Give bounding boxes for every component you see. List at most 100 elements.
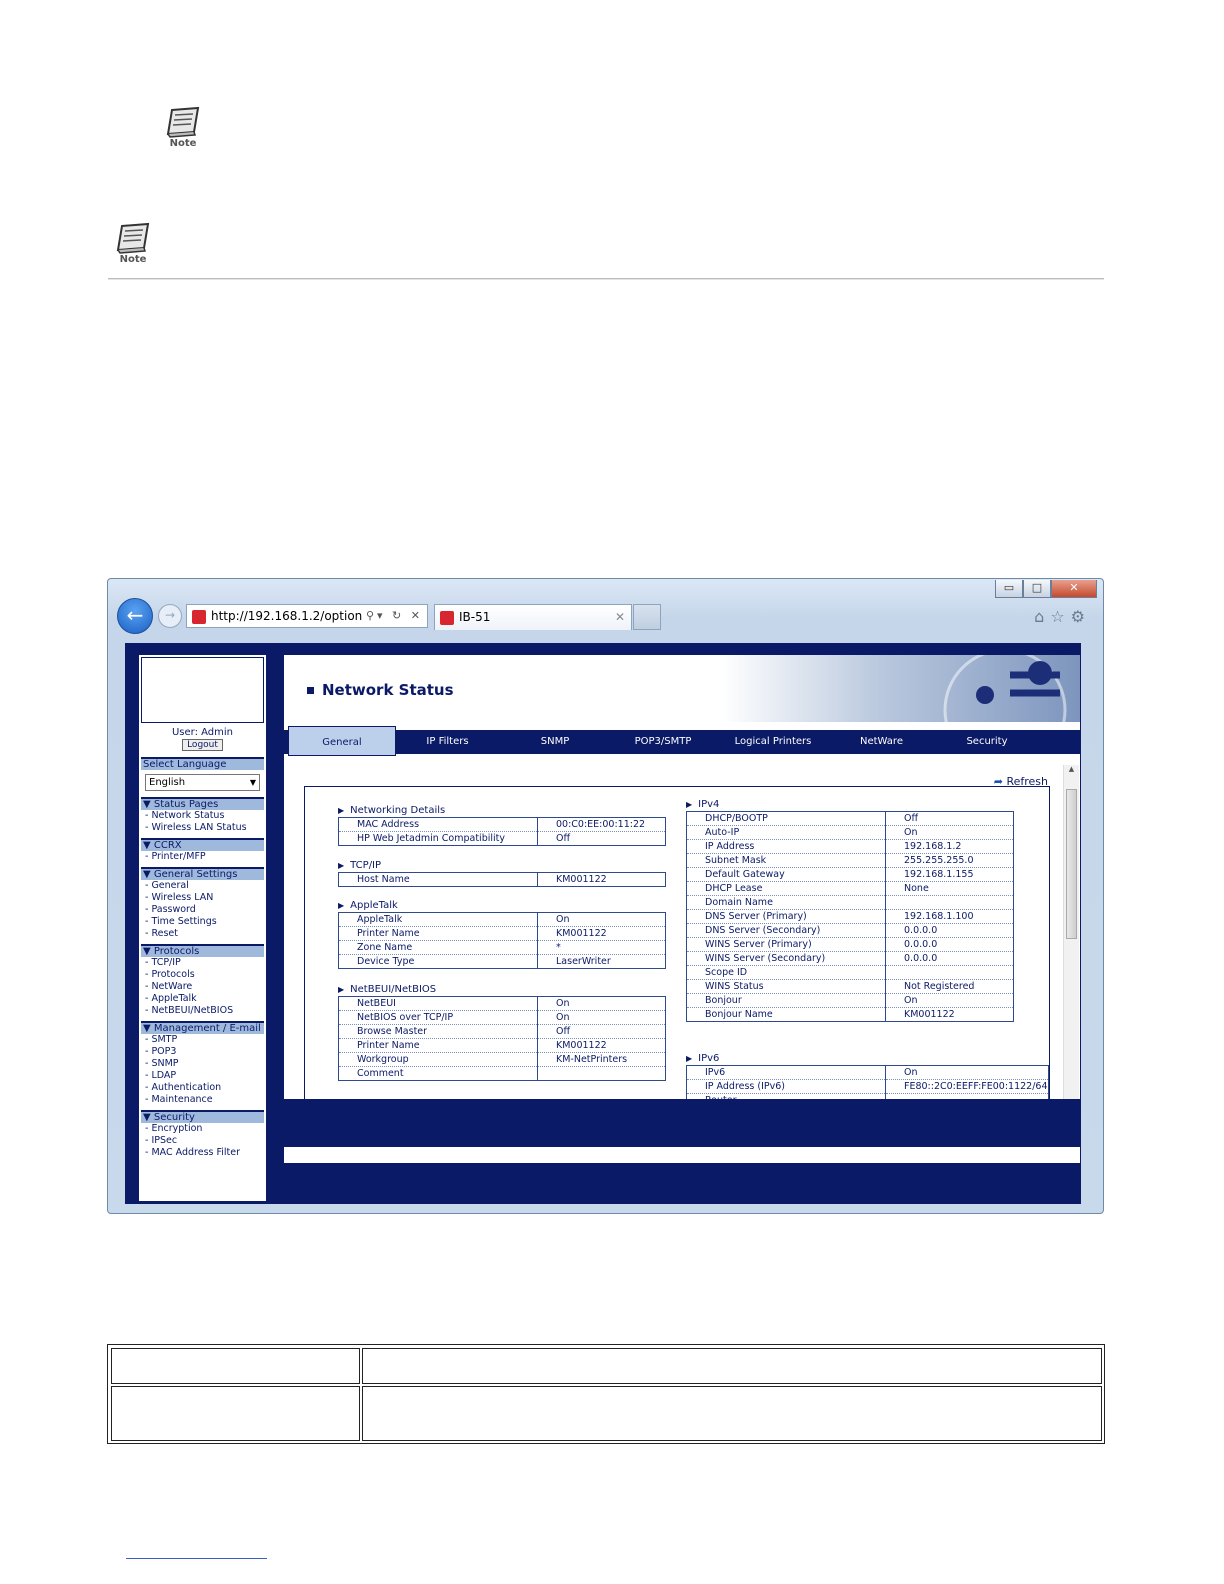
sidebar-item[interactable]: - POP3: [141, 1046, 264, 1058]
home-icon[interactable]: ⌂: [1034, 607, 1050, 626]
page-title-text: Network Status: [322, 681, 454, 699]
sidebar-item[interactable]: - Time Settings: [141, 916, 264, 928]
status-table: NetBEUI On NetBIOS over TCP/IP On Browse Mas…: [338, 996, 666, 1081]
sidebar: User: Admin Logout Select Language Engli…: [139, 655, 266, 1201]
field-value: 0.0.0.0: [885, 951, 1014, 966]
sidebar-item[interactable]: - Wireless LAN: [141, 892, 264, 904]
sidebar-item[interactable]: - Authentication: [141, 1082, 264, 1094]
field-label: IP Address: [686, 839, 886, 854]
sidebar-item[interactable]: - Protocols: [141, 969, 264, 981]
note-icon: Note: [161, 106, 205, 149]
title-square-icon: [306, 686, 315, 695]
note-label: Note: [169, 138, 197, 149]
gear-icon[interactable]: ⚙: [1071, 607, 1091, 626]
table-row: Domain Name: [686, 895, 1014, 910]
sidebar-item[interactable]: - NetWare: [141, 981, 264, 993]
table-row: Workgroup KM-NetPrinters: [338, 1052, 666, 1067]
sidebar-item[interactable]: - Printer/MFP: [141, 851, 264, 863]
sidebar-item[interactable]: - SNMP: [141, 1058, 264, 1070]
field-label: Browse Master: [338, 1024, 538, 1039]
group-heading: Networking Details: [338, 804, 666, 817]
sidebar-item[interactable]: - Maintenance: [141, 1094, 264, 1106]
field-label: Device Type: [338, 954, 538, 969]
status-group: TCP/IPHost NameKM001122: [338, 859, 666, 887]
sidebar-section: ▼ Protocols - TCP/IP - Protocols - NetWare -…: [141, 944, 264, 1017]
group-heading: IPv6: [686, 1052, 1049, 1065]
field-value: KM001122: [537, 926, 666, 941]
sidebar-item[interactable]: - SMTP: [141, 1034, 264, 1046]
footer-link-underline[interactable]: [126, 1558, 267, 1559]
browser-window: ▭ □ ✕ ← → http://192.168.1.2/option ⚲▾ ↻…: [107, 578, 1104, 1214]
star-icon[interactable]: ☆: [1050, 607, 1070, 626]
table-row: Subnet Mask 255.255.255.0: [686, 853, 1014, 868]
logout-button[interactable]: Logout: [182, 739, 223, 751]
sidebar-section-heading[interactable]: ▼ Management / E-mail: [141, 1021, 264, 1034]
sidebar-section-heading[interactable]: ▼ CCRX: [141, 838, 264, 851]
tab-security[interactable]: Security: [934, 730, 1040, 754]
sidebar-item[interactable]: - NetBEUI/NetBIOS: [141, 1005, 264, 1017]
minimize-button[interactable]: ▭: [995, 580, 1023, 598]
sidebar-section-heading[interactable]: ▼ Security: [141, 1110, 264, 1123]
tab-netware[interactable]: NetWare: [829, 730, 934, 754]
sidebar-section-heading[interactable]: ▼ Protocols: [141, 944, 264, 957]
sidebar-section: ▼ Security - Encryption - IPSec - MAC Addre…: [141, 1110, 264, 1159]
field-value: 192.168.1.155: [885, 867, 1014, 882]
language-section: Select Language English ▼: [141, 757, 264, 791]
scroll-up-icon[interactable]: ▲: [1064, 765, 1079, 773]
field-label: Bonjour Name: [686, 1007, 886, 1022]
address-bar[interactable]: http://192.168.1.2/option ⚲▾ ↻ ✕: [186, 604, 428, 628]
sidebar-section-heading[interactable]: ▼ General Settings: [141, 867, 264, 880]
field-label: DNS Server (Primary): [686, 909, 886, 924]
sidebar-item[interactable]: - General: [141, 880, 264, 892]
sidebar-item[interactable]: - LDAP: [141, 1070, 264, 1082]
web-page: User: Admin Logout Select Language Engli…: [125, 643, 1081, 1204]
sidebar-item[interactable]: - MAC Address Filter: [141, 1147, 264, 1159]
window-controls: ▭ □ ✕: [995, 580, 1097, 598]
tab-bar: General IP Filters SNMP POP3/SMTP Logical Pr…: [284, 726, 1080, 756]
group-heading: IPv4: [686, 798, 1014, 811]
status-table: DHCP/BOOTP Off Auto-IP On IP Address 192.168.…: [686, 811, 1014, 1022]
info-table: [107, 1344, 1105, 1444]
maximize-button[interactable]: □: [1023, 580, 1051, 598]
back-arrow-icon[interactable]: ←: [117, 598, 153, 634]
sidebar-section-heading[interactable]: ▼ Status Pages: [141, 797, 264, 810]
content-frame: Network Status General IP Filters SNMP POP3…: [284, 655, 1080, 1163]
sidebar-item[interactable]: - AppleTalk: [141, 993, 264, 1005]
sidebar-item[interactable]: - TCP/IP: [141, 957, 264, 969]
sidebar-item[interactable]: - Wireless LAN Status: [141, 822, 264, 834]
close-window-button[interactable]: ✕: [1051, 580, 1097, 598]
browser-tab[interactable]: IB-51 ✕: [434, 604, 632, 630]
sidebar-item[interactable]: - IPSec: [141, 1135, 264, 1147]
sidebar-item[interactable]: - Reset: [141, 928, 264, 940]
address-actions-icons[interactable]: ⚲▾ ↻ ✕: [366, 605, 423, 627]
tab-title: IB-51: [459, 610, 491, 624]
tab-pop3-smtp[interactable]: POP3/SMTP: [609, 730, 717, 754]
field-label: Zone Name: [338, 940, 538, 955]
address-url: http://192.168.1.2/option: [211, 609, 363, 623]
tab-snmp[interactable]: SNMP: [501, 730, 609, 754]
tab-ip-filters[interactable]: IP Filters: [394, 730, 501, 754]
new-tab-button[interactable]: [633, 604, 661, 630]
sidebar-item[interactable]: - Network Status: [141, 810, 264, 822]
scrollbar[interactable]: ▲ ▼: [1063, 765, 1079, 1108]
field-label: NetBEUI: [338, 996, 538, 1011]
sidebar-item[interactable]: - Password: [141, 904, 264, 916]
tab-logical-printers[interactable]: Logical Printers: [717, 730, 829, 754]
field-label: MAC Address: [338, 817, 538, 832]
field-value: [885, 895, 1014, 910]
close-tab-icon[interactable]: ✕: [615, 605, 625, 629]
sidebar-section: ▼ CCRX - Printer/MFP: [141, 838, 264, 863]
field-value: FE80::2C0:EEFF:FE00:1122/64: [885, 1079, 1048, 1094]
tab-general[interactable]: General: [288, 726, 396, 756]
table-row: Zone Name *: [338, 940, 666, 955]
table-row: WINS Status Not Registered: [686, 979, 1014, 994]
language-select[interactable]: English ▼: [145, 774, 260, 791]
table-cell: [362, 1386, 1102, 1441]
forward-arrow-icon[interactable]: →: [158, 604, 182, 628]
sidebar-logo-area: [141, 657, 264, 723]
scroll-thumb[interactable]: [1066, 789, 1077, 939]
sidebar-item[interactable]: - Encryption: [141, 1123, 264, 1135]
field-label: DHCP/BOOTP: [686, 811, 886, 826]
table-row: Comment: [338, 1066, 666, 1081]
tab-favicon: [440, 610, 454, 625]
